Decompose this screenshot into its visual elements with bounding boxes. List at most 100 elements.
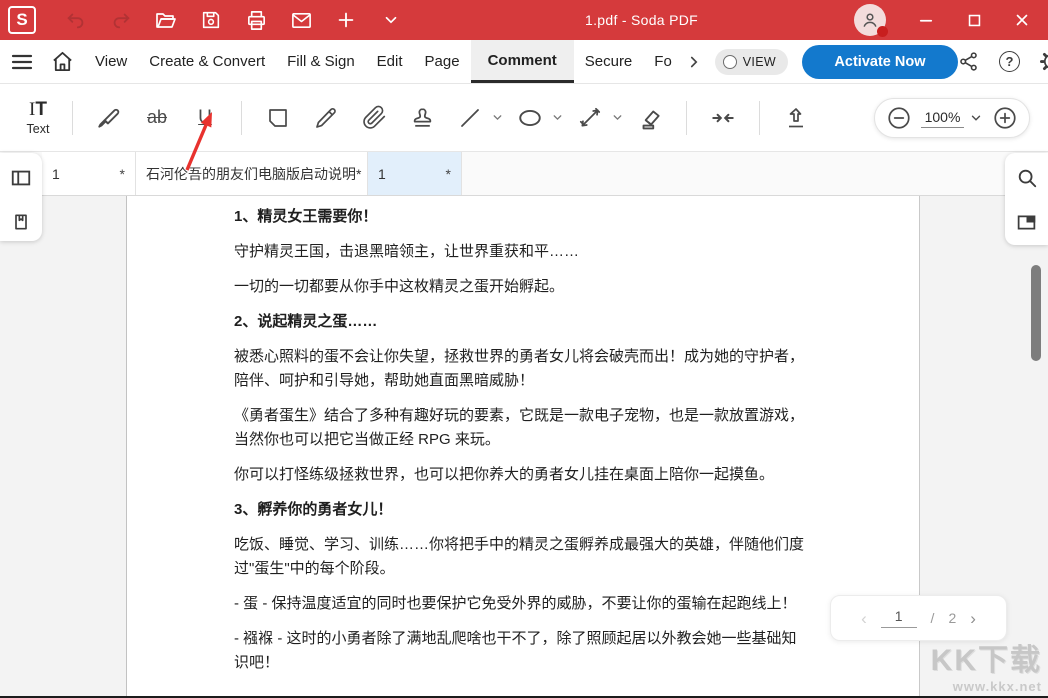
- hamburger-menu-icon[interactable]: [10, 50, 34, 74]
- document-tab-1[interactable]: 1*: [42, 152, 136, 195]
- zoom-level-chevron-icon[interactable]: [969, 111, 983, 125]
- notification-dot: [877, 26, 888, 37]
- page-navigator: ‹ 1 / 2 ›: [830, 595, 1007, 641]
- tab-title: 1: [52, 166, 60, 182]
- menu-item-fill-sign[interactable]: Fill & Sign: [276, 40, 366, 83]
- thumbnails-panel-icon[interactable]: [1014, 209, 1040, 235]
- right-panel-card: [1005, 153, 1048, 245]
- current-page-input[interactable]: 1: [881, 608, 917, 628]
- toolbar-divider: [686, 101, 687, 135]
- menu-item-secure[interactable]: Secure: [574, 40, 644, 83]
- menubar: ViewCreate & ConvertFill & SignEditPageC…: [0, 40, 1048, 84]
- help-icon[interactable]: ?: [999, 51, 1020, 72]
- minimize-button[interactable]: [914, 8, 938, 32]
- ellipse-tool-chevron-icon[interactable]: [550, 108, 564, 128]
- pdf-page[interactable]: 1、精灵女王需要你！ 守护精灵王国，击退黑暗领主，让世界重获和平…… 一切的一切都要…: [126, 196, 920, 696]
- document-paragraph: 《勇者蛋生》结合了多种有趣好玩的要素，它既是一款电子宠物，也是一款放置游戏，当然…: [234, 404, 809, 452]
- sticky-note-tool-icon[interactable]: [261, 101, 295, 135]
- measure-arrow-tool-icon[interactable]: [573, 101, 607, 135]
- tab-title: 石河伦吾的朋友们电脑版启动说明*: [146, 164, 361, 184]
- document-paragraph: 守护精灵王国，击退黑暗领主，让世界重获和平……: [234, 240, 809, 264]
- settings-gear-icon[interactable]: [1040, 50, 1048, 73]
- previous-page-icon[interactable]: ‹: [861, 610, 867, 627]
- watermark-title: KK下载: [931, 635, 1042, 679]
- export-annotations-tool-icon[interactable]: [779, 101, 813, 135]
- redo-icon[interactable]: [109, 8, 133, 32]
- document-tabbar: 1*石河伦吾的朋友们电脑版启动说明*1*: [0, 152, 1048, 196]
- document-heading: 2、说起精灵之蛋……: [234, 310, 809, 334]
- soda-pdf-logo: S: [8, 6, 36, 34]
- bookmark-icon[interactable]: [8, 209, 34, 235]
- page-separator: /: [931, 610, 935, 626]
- menu-item-create-convert[interactable]: Create & Convert: [138, 40, 276, 83]
- document-heading: 1、精灵女王需要你！: [234, 205, 809, 229]
- print-icon[interactable]: [244, 8, 268, 32]
- tab-title: 1: [378, 166, 386, 182]
- close-button[interactable]: [1010, 8, 1034, 32]
- zoom-level-value[interactable]: 100%: [921, 109, 965, 128]
- save-icon[interactable]: [199, 8, 223, 32]
- pencil-tool-icon[interactable]: [309, 101, 343, 135]
- document-paragraph: - 襁褓 - 这时的小勇者除了满地乱爬啥也干不了，除了照顾起居以外教会她一些基础…: [234, 627, 809, 675]
- document-paragraph: - 蛋 - 保持温度适宜的同时也要保护它免受外界的威胁，不要让你的蛋输在起跑线上…: [234, 592, 809, 616]
- underline-tool[interactable]: U: [188, 101, 222, 135]
- view-toggle-radio-icon: [723, 55, 737, 69]
- menu-item-comment[interactable]: Comment: [471, 40, 574, 83]
- next-page-icon[interactable]: ›: [970, 610, 976, 627]
- watermark-url: www.kkx.net: [931, 679, 1042, 694]
- document-tab-2[interactable]: 石河伦吾的朋友们电脑版启动说明*: [136, 152, 368, 195]
- open-file-icon[interactable]: [154, 8, 178, 32]
- document-paragraph: 被悉心照料的蛋不会让你失望，拯救世界的勇者女儿将会破壳而出！成为她的守护者，陪伴…: [234, 345, 809, 393]
- compress-arrows-tool-icon[interactable]: [706, 101, 740, 135]
- stamp-tool-icon[interactable]: [405, 101, 439, 135]
- undo-icon[interactable]: [64, 8, 88, 32]
- document-tabs: 1*石河伦吾的朋友们电脑版启动说明*1*: [42, 152, 462, 195]
- left-panel-card: [0, 153, 42, 241]
- user-avatar[interactable]: [854, 4, 886, 36]
- menu-item-page[interactable]: Page: [414, 40, 471, 83]
- measure-tool-chevron-icon[interactable]: [610, 108, 624, 128]
- line-tool-icon[interactable]: [453, 101, 487, 135]
- strikeout-tool[interactable]: ab: [140, 101, 174, 135]
- highlight-tool-icon[interactable]: [92, 101, 126, 135]
- text-tool-icon: IT: [29, 99, 47, 121]
- more-tools-chevron-icon[interactable]: [379, 8, 403, 32]
- text-tool-caption: Text: [27, 122, 50, 136]
- home-icon[interactable]: [51, 50, 74, 73]
- line-tool-chevron-icon[interactable]: [490, 108, 504, 128]
- document-paragraph: 吃饭、睡觉、学习、训练……你将把手中的精灵之蛋孵养成最强大的英雄，伴随他们度过"…: [234, 533, 809, 581]
- vertical-scrollbar[interactable]: [1031, 265, 1041, 361]
- view-mode-toggle[interactable]: VIEW: [715, 49, 788, 75]
- attachment-tool-icon[interactable]: [357, 101, 391, 135]
- text-comment-tool[interactable]: IT Text: [16, 99, 60, 136]
- tab-modified-badge: *: [438, 166, 451, 182]
- menu-item-view[interactable]: View: [84, 40, 138, 83]
- eraser-tool-icon[interactable]: [633, 101, 667, 135]
- menu-overflow-chevron-icon[interactable]: [685, 53, 703, 71]
- view-toggle-label: VIEW: [743, 55, 776, 69]
- document-heading: 3、孵养你的勇者女儿！: [234, 498, 809, 522]
- add-icon[interactable]: [334, 8, 358, 32]
- email-icon[interactable]: [289, 8, 313, 32]
- toolbar-divider: [759, 101, 760, 135]
- zoom-in-icon[interactable]: [992, 105, 1018, 131]
- tab-modified-badge: *: [112, 166, 125, 182]
- total-pages: 2: [948, 610, 956, 626]
- document-paragraph: 一切的一切都要从你手中这枚精灵之蛋开始孵起。: [234, 275, 809, 299]
- pages-panel-icon[interactable]: [8, 165, 34, 191]
- menu-items: ViewCreate & ConvertFill & SignEditPageC…: [84, 40, 683, 83]
- share-icon[interactable]: [958, 51, 979, 72]
- search-icon[interactable]: [1014, 165, 1040, 191]
- menu-item-edit[interactable]: Edit: [366, 40, 414, 83]
- site-watermark: KK下载 www.kkx.net: [931, 635, 1042, 694]
- document-paragraph: 你可以打怪练级拯救世界，也可以把你养大的勇者女儿挂在桌面上陪你一起摸鱼。: [234, 463, 809, 487]
- document-viewport[interactable]: 1、精灵女王需要你！ 守护精灵王国，击退黑暗领主，让世界重获和平…… 一切的一切都要…: [0, 196, 1048, 696]
- ellipse-tool-icon[interactable]: [513, 101, 547, 135]
- toolbar-divider: [72, 101, 73, 135]
- menu-item-fo[interactable]: Fo: [643, 40, 683, 83]
- activate-now-button[interactable]: Activate Now: [802, 45, 958, 79]
- titlebar: S 1.pdf - Soda PDF: [0, 0, 1048, 40]
- zoom-out-icon[interactable]: [886, 105, 912, 131]
- document-tab-3[interactable]: 1*: [368, 152, 462, 195]
- maximize-button[interactable]: [962, 8, 986, 32]
